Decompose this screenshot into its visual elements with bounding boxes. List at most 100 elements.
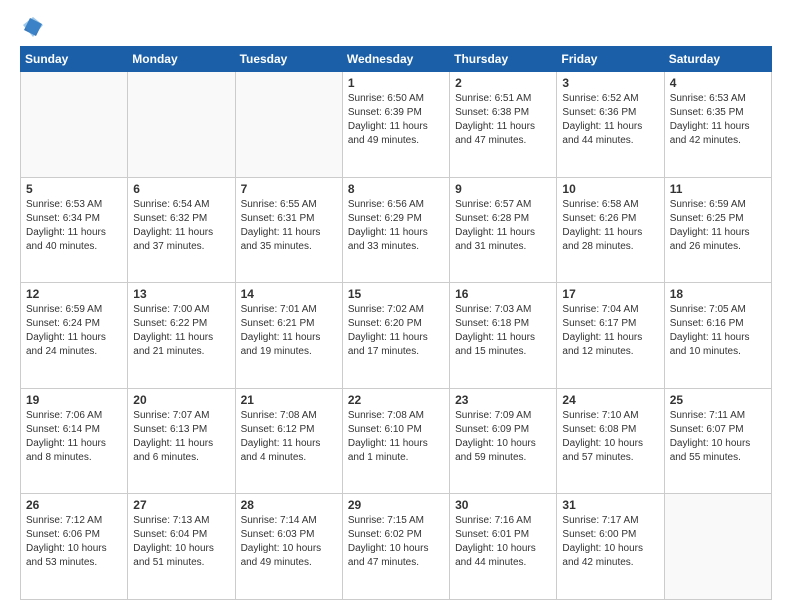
- calendar-cell: 23Sunrise: 7:09 AMSunset: 6:09 PMDayligh…: [450, 388, 557, 494]
- weekday-header-wednesday: Wednesday: [342, 47, 449, 72]
- day-info: Sunrise: 7:03 AMSunset: 6:18 PMDaylight:…: [455, 303, 551, 359]
- day-info: Sunrise: 7:06 AMSunset: 6:14 PMDaylight:…: [26, 409, 122, 465]
- calendar-cell: 13 Sunrise: 7:00 AMSunset: 6:22 PMDayligh…: [128, 283, 235, 389]
- calendar-cell: [235, 72, 342, 178]
- day-info: Sunrise: 6:56 AMSunset: 6:29 PMDaylight:…: [348, 198, 444, 254]
- weekday-header-thursday: Thursday: [450, 47, 557, 72]
- day-number: 26: [26, 498, 122, 512]
- day-info: Sunrise: 7:01 AMSunset: 6:21 PMDaylight:…: [241, 303, 337, 359]
- day-info: Sunrise: 7:08 AMSunset: 6:12 PMDaylight:…: [241, 409, 337, 465]
- day-info: Sunrise: 7:02 AMSunset: 6:20 PMDaylight:…: [348, 303, 444, 359]
- weekday-header-monday: Monday: [128, 47, 235, 72]
- day-number: 12: [26, 287, 122, 301]
- calendar-week-4: 26Sunrise: 7:12 AMSunset: 6:06 PMDayligh…: [21, 494, 772, 600]
- day-info: Sunrise: 7:10 AMSunset: 6:08 PMDaylight:…: [562, 409, 658, 465]
- day-number: 10: [562, 182, 658, 196]
- calendar-cell: [128, 72, 235, 178]
- day-info: Sunrise: 6:57 AMSunset: 6:28 PMDaylight:…: [455, 198, 551, 254]
- day-number: 31: [562, 498, 658, 512]
- calendar-cell: 3 Sunrise: 6:52 AMSunset: 6:36 PMDaylight…: [557, 72, 664, 178]
- day-number: 27: [133, 498, 229, 512]
- day-info: Sunrise: 6:59 AMSunset: 6:25 PMDaylight:…: [670, 198, 766, 254]
- day-number: 9: [455, 182, 551, 196]
- day-number: 30: [455, 498, 551, 512]
- calendar-cell: 18 Sunrise: 7:05 AMSunset: 6:16 PMDayligh…: [664, 283, 771, 389]
- calendar-cell: 21 Sunrise: 7:08 AMSunset: 6:12 PMDayligh…: [235, 388, 342, 494]
- day-number: 24: [562, 393, 658, 407]
- calendar-cell: 20Sunrise: 7:07 AMSunset: 6:13 PMDayligh…: [128, 388, 235, 494]
- calendar-cell: 27 Sunrise: 7:13 AMSunset: 6:04 PMDayligh…: [128, 494, 235, 600]
- calendar-cell: 24 Sunrise: 7:10 AMSunset: 6:08 PMDayligh…: [557, 388, 664, 494]
- calendar-cell: 5 Sunrise: 6:53 AMSunset: 6:34 PMDaylight…: [21, 177, 128, 283]
- logo: [20, 16, 44, 38]
- calendar-week-2: 12 Sunrise: 6:59 AMSunset: 6:24 PMDayligh…: [21, 283, 772, 389]
- logo-icon: [22, 16, 44, 38]
- day-info: Sunrise: 7:13 AMSunset: 6:04 PMDaylight:…: [133, 514, 229, 570]
- day-info: Sunrise: 6:53 AMSunset: 6:34 PMDaylight:…: [26, 198, 122, 254]
- day-info: Sunrise: 7:00 AMSunset: 6:22 PMDaylight:…: [133, 303, 229, 359]
- day-number: 15: [348, 287, 444, 301]
- calendar-cell: 6 Sunrise: 6:54 AMSunset: 6:32 PMDaylight…: [128, 177, 235, 283]
- calendar-cell: 17 Sunrise: 7:04 AMSunset: 6:17 PMDayligh…: [557, 283, 664, 389]
- day-number: 14: [241, 287, 337, 301]
- calendar-cell: 4Sunrise: 6:53 AMSunset: 6:35 PMDaylight…: [664, 72, 771, 178]
- calendar-cell: 12 Sunrise: 6:59 AMSunset: 6:24 PMDayligh…: [21, 283, 128, 389]
- day-number: 1: [348, 76, 444, 90]
- day-info: Sunrise: 7:09 AMSunset: 6:09 PMDaylight:…: [455, 409, 551, 465]
- day-number: 29: [348, 498, 444, 512]
- day-number: 20: [133, 393, 229, 407]
- day-number: 25: [670, 393, 766, 407]
- day-info: Sunrise: 7:15 AMSunset: 6:02 PMDaylight:…: [348, 514, 444, 570]
- day-info: Sunrise: 6:53 AMSunset: 6:35 PMDaylight:…: [670, 92, 766, 148]
- day-number: 28: [241, 498, 337, 512]
- calendar-cell: 16 Sunrise: 7:03 AMSunset: 6:18 PMDayligh…: [450, 283, 557, 389]
- day-info: Sunrise: 7:14 AMSunset: 6:03 PMDaylight:…: [241, 514, 337, 570]
- day-number: 16: [455, 287, 551, 301]
- day-info: Sunrise: 7:05 AMSunset: 6:16 PMDaylight:…: [670, 303, 766, 359]
- calendar-cell: 25Sunrise: 7:11 AMSunset: 6:07 PMDayligh…: [664, 388, 771, 494]
- weekday-header-friday: Friday: [557, 47, 664, 72]
- page: SundayMondayTuesdayWednesdayThursdayFrid…: [0, 0, 792, 612]
- calendar-cell: 15 Sunrise: 7:02 AMSunset: 6:20 PMDayligh…: [342, 283, 449, 389]
- calendar-cell: 7 Sunrise: 6:55 AMSunset: 6:31 PMDaylight…: [235, 177, 342, 283]
- day-number: 22: [348, 393, 444, 407]
- weekday-header-saturday: Saturday: [664, 47, 771, 72]
- calendar-cell: 29 Sunrise: 7:15 AMSunset: 6:02 PMDayligh…: [342, 494, 449, 600]
- day-info: Sunrise: 6:55 AMSunset: 6:31 PMDaylight:…: [241, 198, 337, 254]
- calendar-cell: 28 Sunrise: 7:14 AMSunset: 6:03 PMDayligh…: [235, 494, 342, 600]
- calendar-cell: 1Sunrise: 6:50 AMSunset: 6:39 PMDaylight…: [342, 72, 449, 178]
- weekday-header-tuesday: Tuesday: [235, 47, 342, 72]
- day-number: 5: [26, 182, 122, 196]
- calendar-week-3: 19 Sunrise: 7:06 AMSunset: 6:14 PMDayligh…: [21, 388, 772, 494]
- day-info: Sunrise: 7:04 AMSunset: 6:17 PMDaylight:…: [562, 303, 658, 359]
- day-info: Sunrise: 6:52 AMSunset: 6:36 PMDaylight:…: [562, 92, 658, 148]
- day-number: 8: [348, 182, 444, 196]
- day-info: Sunrise: 7:16 AMSunset: 6:01 PMDaylight:…: [455, 514, 551, 570]
- day-number: 19: [26, 393, 122, 407]
- weekday-header-row: SundayMondayTuesdayWednesdayThursdayFrid…: [21, 47, 772, 72]
- weekday-header-sunday: Sunday: [21, 47, 128, 72]
- calendar-cell: 30 Sunrise: 7:16 AMSunset: 6:01 PMDayligh…: [450, 494, 557, 600]
- day-number: 11: [670, 182, 766, 196]
- calendar-week-1: 5 Sunrise: 6:53 AMSunset: 6:34 PMDaylight…: [21, 177, 772, 283]
- day-number: 2: [455, 76, 551, 90]
- day-number: 21: [241, 393, 337, 407]
- day-number: 3: [562, 76, 658, 90]
- day-number: 6: [133, 182, 229, 196]
- day-number: 13: [133, 287, 229, 301]
- calendar-cell: 2 Sunrise: 6:51 AMSunset: 6:38 PMDaylight…: [450, 72, 557, 178]
- day-info: Sunrise: 6:54 AMSunset: 6:32 PMDaylight:…: [133, 198, 229, 254]
- calendar-week-0: 1Sunrise: 6:50 AMSunset: 6:39 PMDaylight…: [21, 72, 772, 178]
- day-info: Sunrise: 6:58 AMSunset: 6:26 PMDaylight:…: [562, 198, 658, 254]
- day-number: 17: [562, 287, 658, 301]
- day-info: Sunrise: 6:51 AMSunset: 6:38 PMDaylight:…: [455, 92, 551, 148]
- header: [20, 16, 772, 38]
- calendar-cell: 31Sunrise: 7:17 AMSunset: 6:00 PMDayligh…: [557, 494, 664, 600]
- calendar-cell: [664, 494, 771, 600]
- day-info: Sunrise: 6:59 AMSunset: 6:24 PMDaylight:…: [26, 303, 122, 359]
- day-number: 7: [241, 182, 337, 196]
- calendar-cell: 22Sunrise: 7:08 AMSunset: 6:10 PMDayligh…: [342, 388, 449, 494]
- calendar-cell: 19 Sunrise: 7:06 AMSunset: 6:14 PMDayligh…: [21, 388, 128, 494]
- day-number: 18: [670, 287, 766, 301]
- calendar-cell: 8 Sunrise: 6:56 AMSunset: 6:29 PMDaylight…: [342, 177, 449, 283]
